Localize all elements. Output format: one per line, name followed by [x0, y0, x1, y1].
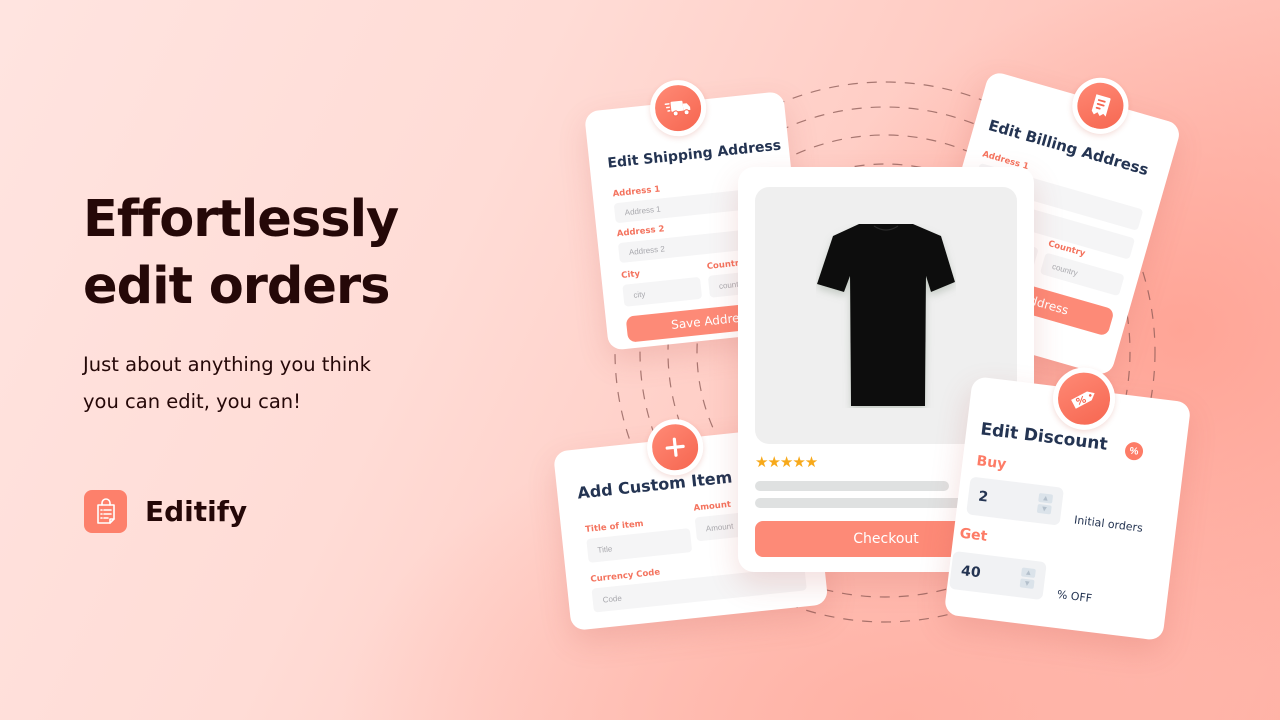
- brand: Editify: [84, 490, 247, 533]
- plus-icon: [644, 416, 706, 478]
- discount-tag-icon: [1049, 364, 1119, 434]
- subheadline: Just about anything you think you can ed…: [83, 346, 423, 420]
- get-suffix: % OFF: [1056, 587, 1093, 606]
- amount-label: Amount: [693, 499, 732, 514]
- subheadline-line-1: Just about anything you think: [83, 353, 371, 376]
- title-of-item-label: Title of item: [584, 518, 645, 536]
- card-title: Add Custom Item: [576, 467, 734, 503]
- buy-suffix: Initial orders: [1073, 513, 1144, 535]
- edit-discount-card: Edit Discount % Buy 2 ▲ ▼ Initial orders…: [943, 364, 1192, 642]
- stepper-down-icon[interactable]: ▼: [1036, 503, 1052, 515]
- get-label: Get: [958, 525, 989, 545]
- title-input[interactable]: Title: [586, 528, 693, 563]
- buy-value: 2: [977, 488, 990, 506]
- stepper-up-icon[interactable]: ▲: [1038, 492, 1054, 504]
- headline: Effortlessly edit orders: [83, 186, 543, 320]
- headline-line-1: Effortlessly: [83, 190, 399, 249]
- hero-section: Effortlessly edit orders Just about anyt…: [83, 186, 543, 420]
- stepper-up-icon[interactable]: ▲: [1020, 567, 1036, 579]
- receipt-icon: [1065, 71, 1136, 141]
- tshirt-icon: [817, 223, 955, 406]
- address-2-label: Address 2: [616, 224, 665, 240]
- city-label: City: [620, 269, 641, 281]
- get-stepper[interactable]: ▲ ▼: [1019, 567, 1036, 589]
- rating-stars: ★★★★★: [755, 454, 818, 471]
- percent-badge-icon: %: [1124, 441, 1145, 462]
- buy-label: Buy: [975, 453, 1008, 473]
- buy-quantity-input[interactable]: 2 ▲ ▼: [966, 476, 1065, 526]
- stepper-down-icon[interactable]: ▼: [1019, 578, 1035, 589]
- address-1-label: Address 1: [612, 184, 661, 200]
- get-percent-input[interactable]: 40 ▲ ▼: [948, 550, 1047, 601]
- get-value: 40: [960, 563, 982, 582]
- skeleton-line-1: [755, 481, 949, 491]
- brand-name: Editify: [145, 495, 248, 528]
- city-input[interactable]: city: [622, 276, 703, 307]
- shopping-bag-list-icon: [84, 490, 127, 533]
- subheadline-line-2: you can edit, you can!: [83, 390, 301, 413]
- headline-line-2: edit orders: [83, 257, 391, 316]
- delivery-truck-icon: [647, 77, 709, 139]
- buy-stepper[interactable]: ▲ ▼: [1036, 492, 1054, 515]
